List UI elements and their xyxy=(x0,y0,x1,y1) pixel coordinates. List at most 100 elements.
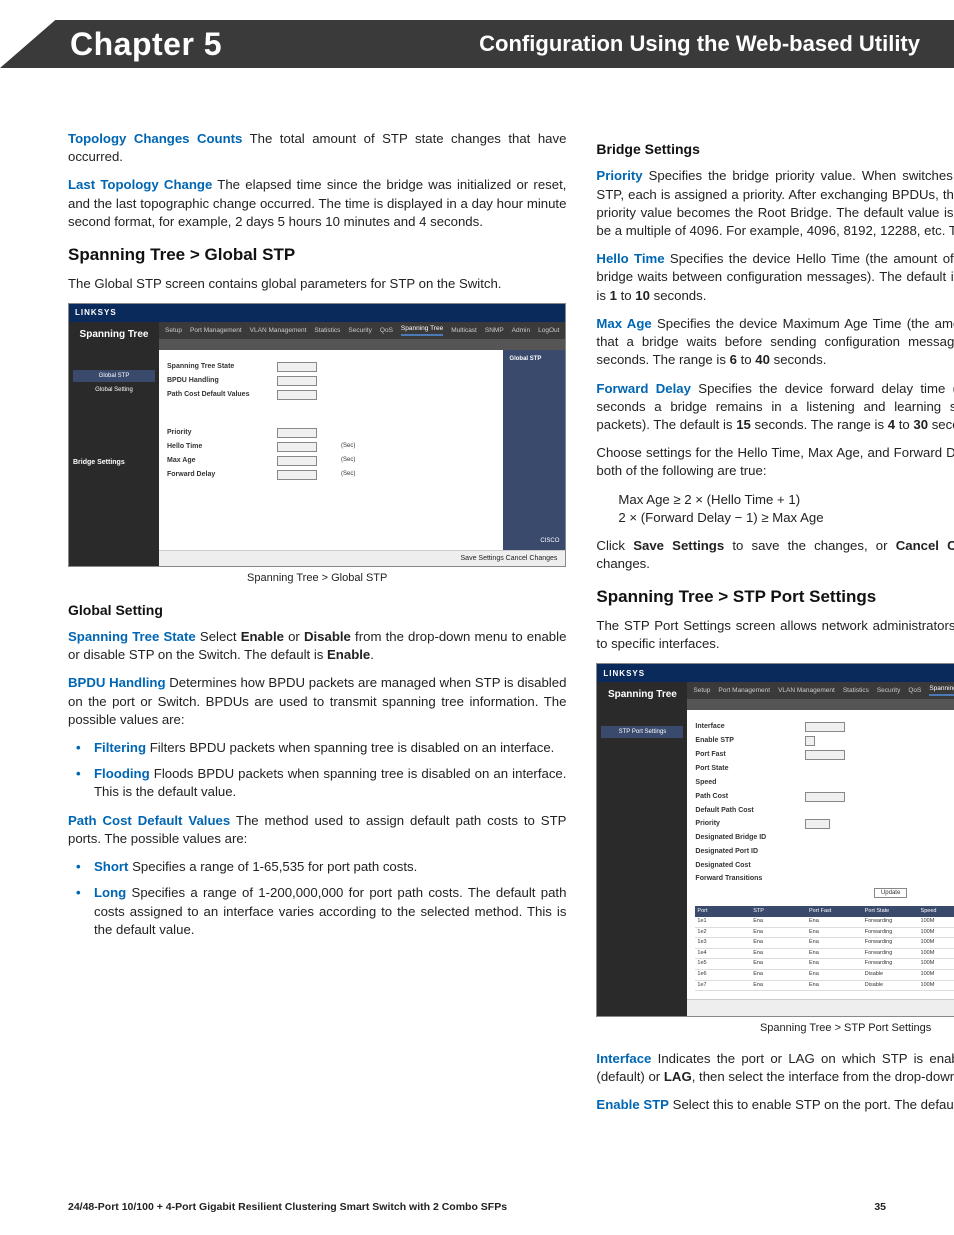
table-row: 1e6EnaEnaDisable100M200000128 xyxy=(695,970,954,981)
text: (default) or xyxy=(596,1069,663,1084)
selected-tab: STP Port Settings xyxy=(601,726,683,738)
list-item: Short Specifies a range of 1-65,535 for … xyxy=(82,858,566,876)
field-label: Interface xyxy=(695,722,785,732)
fig-body: Spanning Tree STP Port Settings Setup Po… xyxy=(597,682,954,1016)
figure-caption: Spanning Tree > Global STP xyxy=(68,571,566,586)
list-pathcost: Short Specifies a range of 1-65,535 for … xyxy=(68,858,566,939)
text: , then select the interface from the dro… xyxy=(692,1069,954,1084)
bold: Enable xyxy=(241,629,284,644)
input xyxy=(277,456,317,466)
field-label: Port State xyxy=(695,764,785,774)
text: to xyxy=(737,352,755,367)
text: Select xyxy=(196,629,241,644)
text: Specifies a range of 1-65,535 for port p… xyxy=(128,859,417,874)
nav-item: Multicast xyxy=(451,327,477,336)
para-path-cost: Path Cost Default Values The method used… xyxy=(68,812,566,848)
text: . xyxy=(370,647,374,662)
section-label: Configuration Using the Web-based Utilit… xyxy=(479,31,920,57)
term: Long xyxy=(94,885,126,900)
nav-item: Statistics xyxy=(843,687,869,696)
text: Filters BPDU packets when spanning tree … xyxy=(146,740,554,755)
sub-tab: Global Setting xyxy=(73,384,155,396)
nav-item: Security xyxy=(348,327,371,336)
text: Select this to enable STP on the port. T… xyxy=(669,1097,954,1112)
bridge-section-label: Bridge Settings xyxy=(73,458,155,468)
term: Priority xyxy=(596,168,642,183)
fig-subnav xyxy=(687,700,954,710)
bold: LAG xyxy=(664,1069,692,1084)
para-last-topology: Last Topology Change The elapsed time si… xyxy=(68,176,566,231)
chapter-label: Chapter 5 xyxy=(70,26,222,63)
table-row: 1e3EnaEnaForwarding100M200000128 xyxy=(695,938,954,949)
text: Specifies the bridge priority value. Whe… xyxy=(596,168,954,219)
dropdown xyxy=(805,819,830,829)
brand: LINKSYS xyxy=(603,668,645,679)
para-forward-delay: Forward Delay Specifies the device forwa… xyxy=(596,380,954,435)
fig-titlebar: LINKSYS xyxy=(69,304,565,322)
list-item: Flooding Floods BPDU packets when spanni… xyxy=(82,765,566,801)
field-label: Priority xyxy=(695,819,785,829)
figure-caption: Spanning Tree > STP Port Settings xyxy=(596,1021,954,1036)
bold: 30 xyxy=(913,417,928,432)
text: Floods BPDU packets when spanning tree i… xyxy=(94,766,566,799)
field-label: Max Age xyxy=(167,456,257,466)
field-label: Designated Port ID xyxy=(695,847,785,857)
fig-main: Setup Port Management VLAN Management St… xyxy=(159,322,565,567)
input xyxy=(277,470,317,480)
text: Indicates the port or LAG on which STP i… xyxy=(651,1051,954,1066)
nav-item: VLAN Management xyxy=(778,687,835,696)
table-row: 1e4EnaEnaForwarding100M200000128 xyxy=(695,949,954,960)
nav-item: Statistics xyxy=(314,327,340,336)
nav-item: Port Management xyxy=(718,687,770,696)
term: Short xyxy=(94,859,128,874)
port-table: Port STP Port Fast Port State Speed Path… xyxy=(695,906,954,992)
bold: Save Settings xyxy=(633,538,724,553)
fig-main: Setup Port Management VLAN Management St… xyxy=(687,682,954,1016)
nav-item: Setup xyxy=(165,327,182,336)
table-row: 1e7EnaEnaDisable100M200000128 xyxy=(695,981,954,992)
figure-global-stp: LINKSYS Spanning Tree Global STP Global … xyxy=(68,303,566,568)
nav-item: Setup xyxy=(693,687,710,696)
fig-content: Interface Enable STP Port Fast Port Stat… xyxy=(687,710,954,999)
right-column: Bridge Settings Priority Specifies the b… xyxy=(596,130,954,1125)
bold: 40 xyxy=(755,352,770,367)
nav-item: Security xyxy=(877,687,900,696)
content-columns: Topology Changes Counts The total amount… xyxy=(0,130,954,1125)
dropdown xyxy=(805,722,845,732)
para-spanning-tree-state: Spanning Tree State Select Enable or Dis… xyxy=(68,628,566,664)
th: Speed xyxy=(921,908,954,916)
fig-footer: Save Settings Cancel Changes xyxy=(687,999,954,1016)
page: Chapter 5 Configuration Using the Web-ba… xyxy=(0,0,954,1235)
field-label: Spanning Tree State xyxy=(167,362,257,372)
input xyxy=(277,428,317,438)
table-row: 1e5EnaEnaForwarding100M200000128 xyxy=(695,959,954,970)
para-interface: Interface Indicates the port or LAG on w… xyxy=(596,1050,954,1086)
brand: LINKSYS xyxy=(75,307,117,318)
field-label: Path Cost Default Values xyxy=(167,390,257,400)
para-enable-stp: Enable STP Select this to enable STP on … xyxy=(596,1096,954,1114)
fig-footer: Save Settings Cancel Changes xyxy=(159,550,565,567)
term: Path Cost Default Values xyxy=(68,813,230,828)
field-label: Hello Time xyxy=(167,442,257,452)
fig-titlebar: LINKSYS xyxy=(597,664,954,682)
field-label: Designated Bridge ID xyxy=(695,833,785,843)
text: to xyxy=(895,417,913,432)
text: Specifies a range of 1-200,000,000 for p… xyxy=(94,885,566,936)
nav-item: Admin xyxy=(512,327,530,336)
term: Enable STP xyxy=(596,1097,669,1112)
term: Interface xyxy=(596,1051,651,1066)
text: The Global STP screen contains global pa… xyxy=(68,276,501,291)
header-band-content: Chapter 5 Configuration Using the Web-ba… xyxy=(0,20,954,68)
field-label: Speed xyxy=(695,778,785,788)
nav-item: LogOut xyxy=(538,327,559,336)
field-label: BPDU Handling xyxy=(167,376,257,386)
text: seconds. xyxy=(770,352,826,367)
equation-1: Max Age ≥ 2 × (Hello Time + 1) xyxy=(618,491,954,509)
th: Port xyxy=(697,908,749,916)
table-row: 1e2EnaEnaForwarding100M200000128 xyxy=(695,928,954,939)
list-item: Filtering Filters BPDU packets when span… xyxy=(82,739,566,757)
para-bpdu-handling: BPDU Handling Determines how BPDU packet… xyxy=(68,674,566,729)
field-label: Default Path Cost xyxy=(695,806,785,816)
heading-bridge-settings: Bridge Settings xyxy=(596,140,954,159)
table-row: 1e1EnaEnaForwarding100M200000128 xyxy=(695,917,954,928)
